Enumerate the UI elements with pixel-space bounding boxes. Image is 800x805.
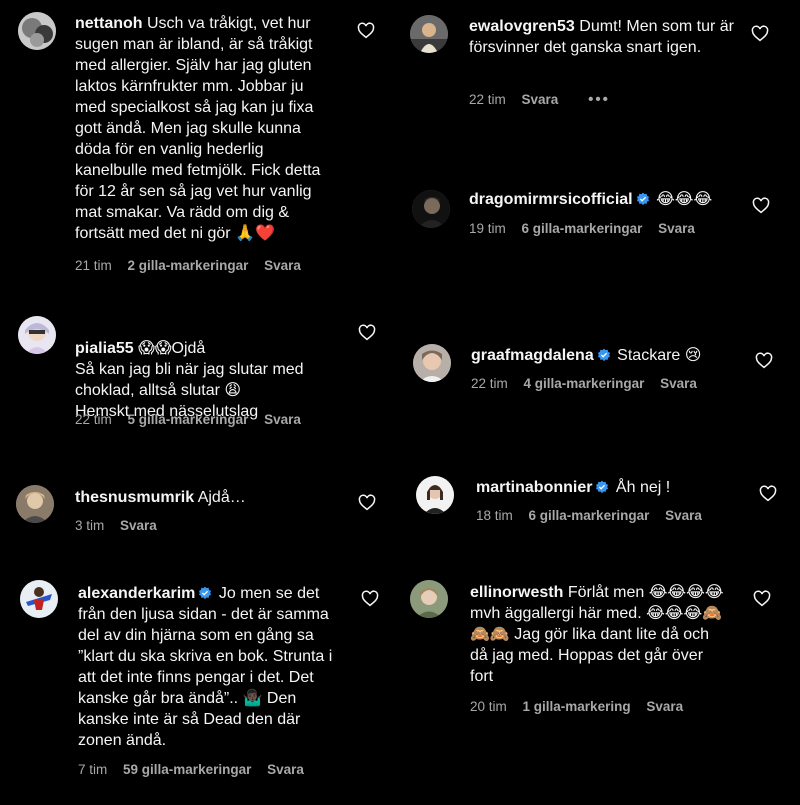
comment-time[interactable]: 22 tim [469, 92, 506, 107]
comment-time[interactable]: 18 tim [476, 508, 513, 523]
comment-text: Stackare 😢 [617, 347, 702, 364]
comment-username[interactable]: ellinorwesth [470, 584, 563, 601]
avatar[interactable] [18, 12, 56, 50]
heart-icon[interactable] [358, 324, 376, 342]
verified-badge-icon [636, 192, 650, 206]
more-options-icon[interactable]: ••• [588, 91, 610, 108]
verified-badge-icon [595, 480, 609, 494]
comments-column-right: ewalovgren53 Dumt! Men som tur är försvi… [400, 0, 800, 805]
avatar[interactable] [18, 316, 56, 354]
comment-username[interactable]: alexanderkarim [78, 585, 195, 602]
heart-icon[interactable] [759, 485, 777, 503]
reply-button[interactable]: Svara [264, 412, 301, 427]
reply-button[interactable]: Svara [658, 221, 695, 236]
comment-likes[interactable]: 5 gilla-markeringar [128, 412, 249, 427]
comment-time[interactable]: 22 tim [471, 376, 508, 391]
comments-column-left: nettanoh Usch va tråkigt, vet hur sugen … [0, 0, 400, 805]
comment-time[interactable]: 19 tim [469, 221, 506, 236]
comment-likes[interactable]: 2 gilla-markeringar [128, 258, 249, 273]
comment-username[interactable]: pialia55 [75, 340, 134, 357]
comment-username[interactable]: thesnusmumrik [75, 489, 194, 506]
heart-icon[interactable] [755, 352, 773, 370]
comment-time[interactable]: 22 tim [75, 412, 112, 427]
verified-badge-icon [597, 348, 611, 362]
comment-likes[interactable]: 1 gilla-markering [523, 699, 631, 714]
heart-icon[interactable] [358, 494, 376, 512]
heart-icon[interactable] [751, 25, 769, 43]
comment-text: Jo men se det från den ljusa sidan - det… [78, 585, 333, 749]
reply-button[interactable]: Svara [120, 518, 157, 533]
reply-button[interactable]: Svara [665, 508, 702, 523]
reply-button[interactable]: Svara [646, 699, 683, 714]
comment-username[interactable]: dragomirmrsicofficial [469, 191, 633, 208]
avatar[interactable] [410, 580, 448, 618]
comment-username[interactable]: martinabonnier [476, 479, 592, 496]
comment-text: 😂😂😂 [656, 191, 713, 208]
comment-likes[interactable]: 6 gilla-markeringar [522, 221, 643, 236]
comment-text: Usch va tråkigt, vet hur sugen man är ib… [75, 15, 321, 242]
comment-likes[interactable]: 6 gilla-markeringar [529, 508, 650, 523]
avatar[interactable] [412, 190, 450, 228]
comment-likes[interactable]: 4 gilla-markeringar [524, 376, 645, 391]
avatar[interactable] [16, 485, 54, 523]
avatar[interactable] [20, 580, 58, 618]
avatar[interactable] [413, 344, 451, 382]
heart-icon[interactable] [361, 590, 379, 608]
heart-icon[interactable] [753, 590, 771, 608]
heart-icon[interactable] [357, 22, 375, 40]
avatar[interactable] [416, 476, 454, 514]
reply-button[interactable]: Svara [267, 762, 304, 777]
comment-time[interactable]: 3 tim [75, 518, 104, 533]
comment-username[interactable]: nettanoh [75, 15, 143, 32]
heart-icon[interactable] [752, 197, 770, 215]
comment-username[interactable]: graafmagdalena [471, 347, 594, 364]
verified-badge-icon [198, 586, 212, 600]
reply-button[interactable]: Svara [264, 258, 301, 273]
comment-text: Ajdå… [197, 489, 246, 506]
comment-text: Åh nej ! [615, 479, 671, 496]
reply-button[interactable]: Svara [522, 92, 559, 107]
avatar[interactable] [410, 15, 448, 53]
comment-username[interactable]: ewalovgren53 [469, 18, 575, 35]
comment-time[interactable]: 20 tim [470, 699, 507, 714]
comment-time[interactable]: 21 tim [75, 258, 112, 273]
reply-button[interactable]: Svara [660, 376, 697, 391]
comment-time[interactable]: 7 tim [78, 762, 107, 777]
comment-likes[interactable]: 59 gilla-markeringar [123, 762, 251, 777]
